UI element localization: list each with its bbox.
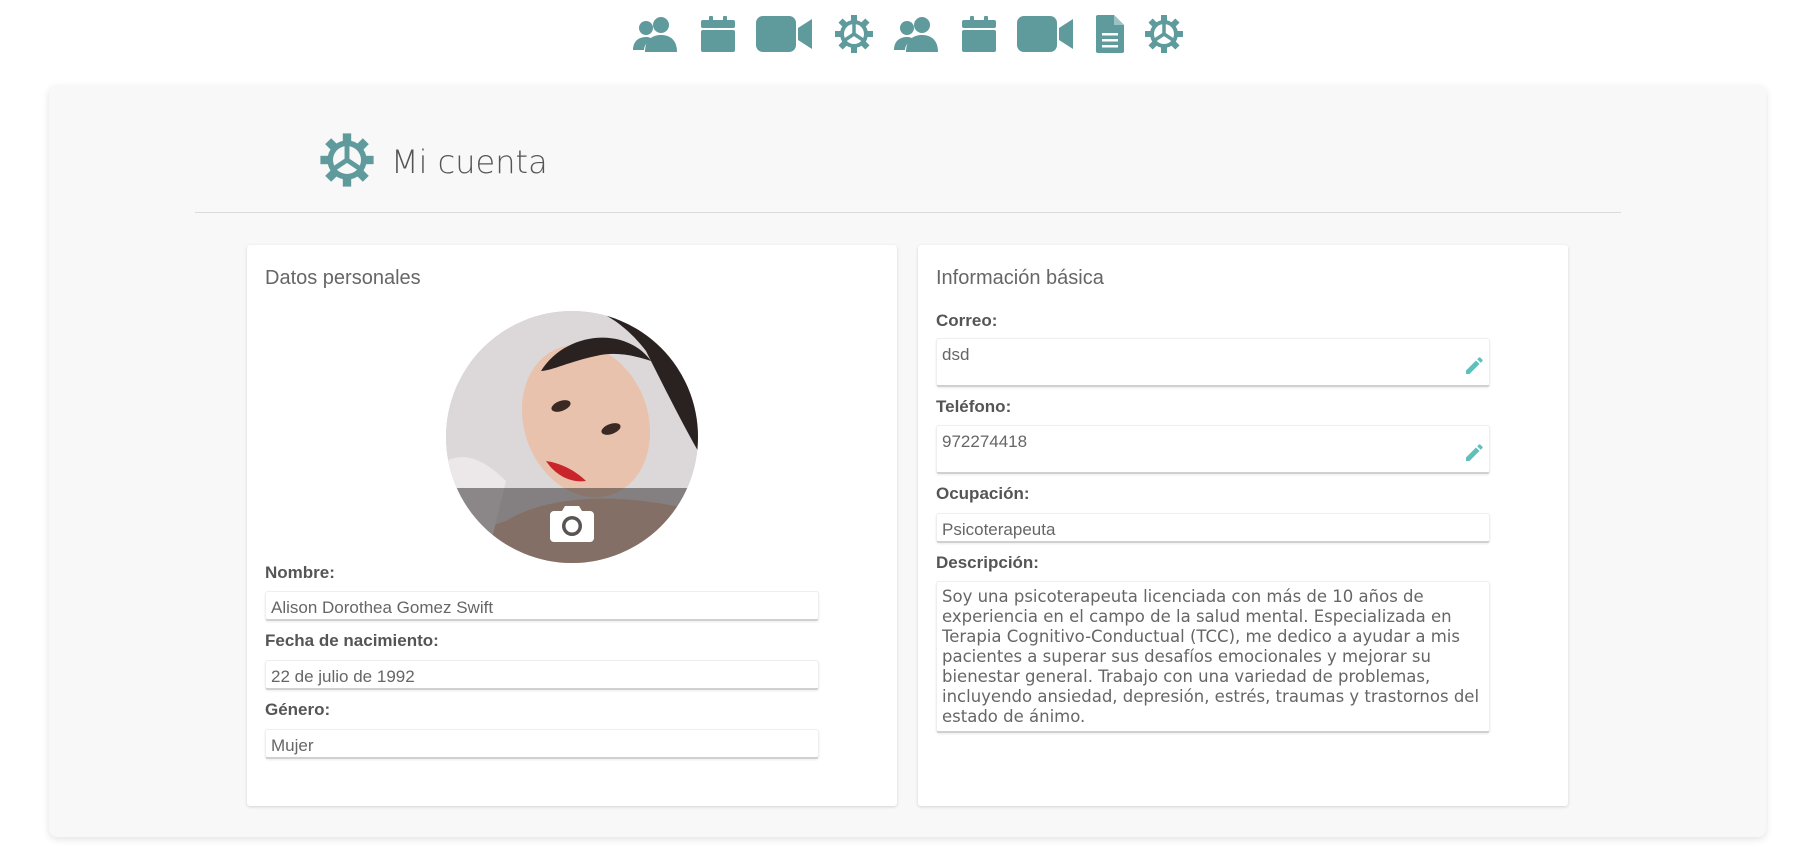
users-icon[interactable] bbox=[631, 14, 681, 54]
page-header: Mi cuenta bbox=[319, 132, 548, 192]
panel-title: Datos personales bbox=[265, 267, 421, 289]
settings-icon bbox=[319, 132, 375, 193]
document-icon[interactable] bbox=[1095, 14, 1125, 54]
page-title: Mi cuenta bbox=[391, 143, 548, 181]
gender-field[interactable]: Mujer bbox=[265, 729, 819, 759]
birthdate-label: Fecha de nacimiento: bbox=[265, 631, 439, 650]
settings-icon[interactable] bbox=[1143, 14, 1185, 54]
calendar-icon[interactable] bbox=[699, 14, 737, 54]
edit-icon[interactable] bbox=[1464, 443, 1484, 468]
email-field[interactable]: dsd bbox=[936, 338, 1490, 387]
description-field[interactable]: Soy una psicoterapeuta licenciada con má… bbox=[936, 581, 1490, 733]
edit-icon[interactable] bbox=[1464, 356, 1484, 381]
name-field[interactable]: Alison Dorothea Gomez Swift bbox=[265, 591, 819, 621]
top-navigation bbox=[0, 0, 1815, 70]
birthdate-field[interactable]: 22 de julio de 1992 bbox=[265, 660, 819, 690]
personal-data-panel: Datos personales Nombre: Alison Dorothea… bbox=[247, 245, 897, 806]
name-label: Nombre: bbox=[265, 563, 335, 582]
email-label: Correo: bbox=[936, 311, 998, 330]
avatar-upload-overlay[interactable] bbox=[446, 488, 698, 563]
phone-field[interactable]: 972274418 bbox=[936, 425, 1490, 474]
account-card: Mi cuenta Datos personales Nombre: Aliso… bbox=[49, 86, 1766, 837]
video-icon[interactable] bbox=[755, 14, 815, 54]
video-icon[interactable] bbox=[1016, 14, 1076, 54]
users-icon[interactable] bbox=[892, 14, 942, 54]
settings-icon[interactable] bbox=[833, 14, 875, 54]
occupation-label: Ocupación: bbox=[936, 484, 1030, 503]
phone-value: 972274418 bbox=[942, 432, 1028, 451]
basic-info-panel: Información básica Correo: dsd Teléfono:… bbox=[918, 245, 1568, 806]
phone-label: Teléfono: bbox=[936, 397, 1012, 416]
avatar[interactable] bbox=[446, 311, 698, 563]
camera-icon[interactable] bbox=[550, 504, 594, 547]
gender-label: Género: bbox=[265, 700, 331, 719]
email-value: dsd bbox=[942, 345, 970, 364]
header-divider bbox=[195, 212, 1621, 213]
panel-title: Información básica bbox=[936, 267, 1104, 289]
calendar-icon[interactable] bbox=[960, 14, 998, 54]
occupation-field[interactable]: Psicoterapeuta bbox=[936, 513, 1490, 543]
description-label: Descripción: bbox=[936, 553, 1039, 572]
